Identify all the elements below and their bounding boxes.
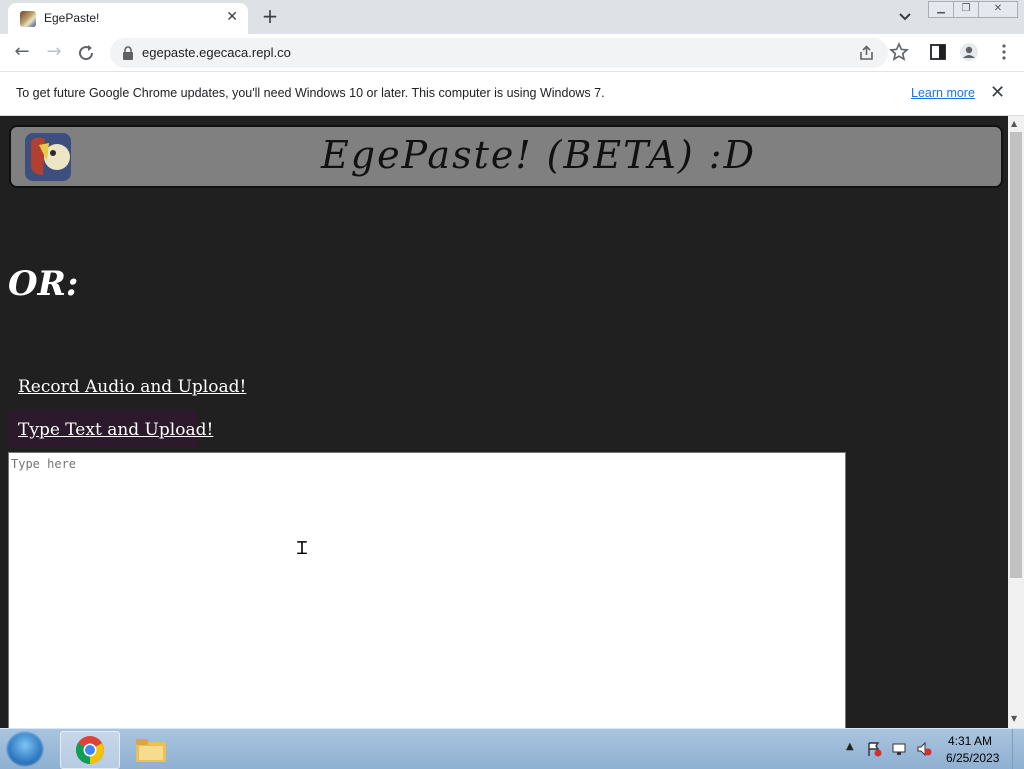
taskbar-chrome[interactable] xyxy=(60,731,120,769)
chrome-icon xyxy=(76,736,104,764)
tray-show-hidden-icon[interactable]: ▲ xyxy=(846,741,854,752)
clock-time[interactable]: 4:31 AM xyxy=(948,734,992,748)
scroll-up-arrow-icon[interactable]: ▲ xyxy=(1011,119,1017,128)
type-text-link[interactable]: Type Text and Upload! xyxy=(18,420,213,440)
tab-search-chevron-icon[interactable] xyxy=(896,6,914,26)
show-desktop-button[interactable] xyxy=(1012,729,1024,769)
type-text-link-highlight: Type Text and Upload! xyxy=(9,410,213,448)
clock-date[interactable]: 6/25/2023 xyxy=(946,751,999,765)
tab-title: EgePaste! xyxy=(44,11,100,25)
windows-taskbar: ▲ 4:31 AM 6/25/2023 xyxy=(0,728,1024,769)
reload-icon[interactable] xyxy=(76,43,96,63)
url-text: egepaste.egecaca.repl.co xyxy=(142,45,291,60)
learn-more-link[interactable]: Learn more xyxy=(911,86,975,100)
text-input-area[interactable] xyxy=(8,452,846,728)
update-infobar: To get future Google Chrome updates, you… xyxy=(0,72,1024,116)
restore-button[interactable]: ❐ xyxy=(953,1,979,18)
start-button[interactable] xyxy=(6,731,44,767)
share-icon[interactable] xyxy=(858,44,876,62)
infobar-close-icon[interactable]: ✕ xyxy=(990,82,1005,103)
taskbar-file-explorer[interactable] xyxy=(122,731,180,767)
text-cursor-icon: Ɪ xyxy=(297,538,308,559)
address-bar[interactable]: egepaste.egecaca.repl.co xyxy=(110,38,888,68)
folder-icon xyxy=(136,739,166,762)
side-panel-icon[interactable] xyxy=(928,42,948,62)
site-title: EgePaste! (BETA) :D xyxy=(321,133,757,177)
tab-strip: EgePaste! ✕ + ▁ ❐ ✕ xyxy=(0,0,1024,34)
minimize-button[interactable]: ▁ xyxy=(928,1,954,18)
record-audio-link[interactable]: Record Audio and Upload! xyxy=(18,377,246,397)
vertical-scrollbar[interactable]: ▲ ▼ xyxy=(1008,116,1024,728)
or-heading: OR: xyxy=(8,264,79,304)
scroll-down-arrow-icon[interactable]: ▼ xyxy=(1011,714,1017,723)
close-window-button[interactable]: ✕ xyxy=(978,1,1018,18)
tab-close-icon[interactable]: ✕ xyxy=(226,9,238,25)
back-button[interactable]: ← xyxy=(11,42,33,62)
forward-button[interactable]: → xyxy=(43,42,65,62)
browser-tab[interactable]: EgePaste! ✕ xyxy=(8,3,248,34)
scroll-thumb[interactable] xyxy=(1010,132,1022,578)
infobar-message: To get future Google Chrome updates, you… xyxy=(16,86,605,100)
lock-icon[interactable] xyxy=(122,46,134,60)
volume-muted-icon[interactable] xyxy=(916,741,932,757)
site-header: EgePaste! (BETA) :D xyxy=(9,125,1003,188)
bookmark-star-icon[interactable] xyxy=(889,42,909,62)
site-favicon-icon xyxy=(20,11,36,27)
network-icon[interactable] xyxy=(891,741,907,757)
browser-toolbar: ← → egepaste.egecaca.repl.co xyxy=(0,34,1024,72)
site-logo xyxy=(25,133,71,181)
new-tab-button[interactable]: + xyxy=(260,4,280,28)
menu-kebab-icon[interactable] xyxy=(994,42,1014,62)
page-viewport: EgePaste! (BETA) :D OR: Record Audio and… xyxy=(0,116,1008,728)
profile-avatar-icon[interactable] xyxy=(959,42,979,62)
action-center-flag-icon[interactable] xyxy=(866,741,882,757)
